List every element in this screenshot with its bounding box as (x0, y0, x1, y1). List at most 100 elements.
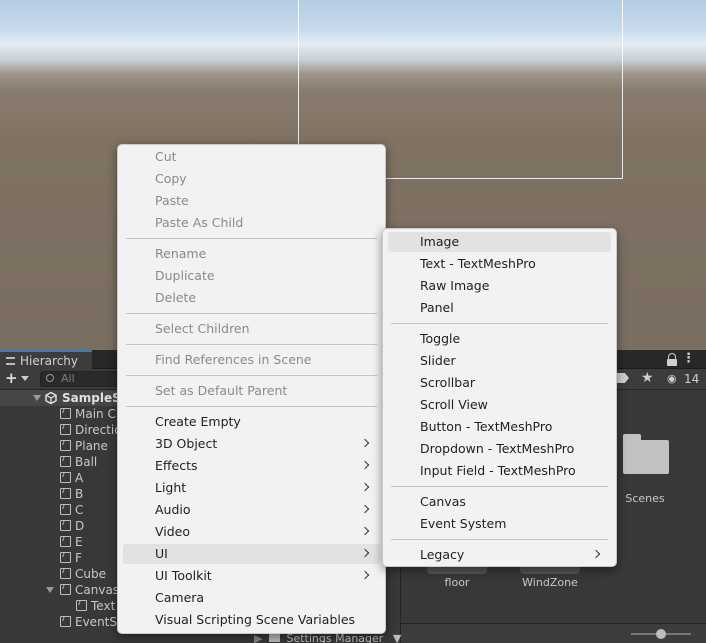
more-options-icon[interactable]: ⋮ (682, 352, 695, 366)
gameobject-icon (60, 520, 71, 531)
chevron-right-icon (591, 549, 601, 559)
chevron-right-icon (360, 570, 370, 580)
gameobject-icon (60, 424, 71, 435)
submenu-item-button-textmeshpro[interactable]: Button - TextMeshPro (388, 417, 611, 437)
submenu-item-label: Button - TextMeshPro (420, 419, 553, 434)
plus-icon: + (5, 369, 18, 387)
menu-separator (126, 344, 377, 345)
list-icon (6, 356, 15, 365)
menu-item-label: Video (155, 524, 191, 539)
ui-submenu: Image Text - TextMeshPro Raw Image Panel Tog… (382, 228, 617, 567)
settings-manager-row[interactable]: ▶ Settings Manager ▼ (254, 633, 401, 643)
zoom-slider-handle[interactable] (656, 629, 666, 639)
tab-hierarchy[interactable]: Hierarchy (0, 350, 92, 369)
submenu-item-label: Event System (420, 516, 507, 531)
submenu-item-label: Scroll View (420, 397, 488, 412)
menu-item-video[interactable]: Video (123, 522, 380, 542)
menu-item-label: Camera (155, 590, 205, 605)
submenu-item-label: Slider (420, 353, 456, 368)
menu-item-label: Paste (155, 193, 189, 208)
submenu-item-event-system[interactable]: Event System (388, 514, 611, 534)
submenu-item-image[interactable]: Image (388, 232, 611, 252)
gameobject-icon (60, 616, 71, 627)
menu-item-3d-object[interactable]: 3D Object (123, 434, 380, 454)
gameobject-icon (60, 568, 71, 579)
asset-scenes-folder[interactable]: Scenes (615, 434, 675, 505)
star-icon[interactable]: ★ (641, 370, 654, 386)
menu-item-light[interactable]: Light (123, 478, 380, 498)
submenu-item-scroll-view[interactable]: Scroll View (388, 395, 611, 415)
gameobject-icon (76, 600, 87, 611)
hierarchy-item-label: Directio (75, 423, 122, 437)
submenu-item-raw-image[interactable]: Raw Image (388, 276, 611, 296)
fold-arrow-icon[interactable] (33, 395, 41, 401)
hierarchy-item-label: E (75, 535, 83, 549)
menu-item-audio[interactable]: Audio (123, 500, 380, 520)
menu-separator (126, 406, 377, 407)
submenu-item-label: Image (420, 234, 460, 249)
chevron-right-icon (360, 482, 370, 492)
hierarchy-item-label: Ball (75, 455, 98, 469)
submenu-item-scrollbar[interactable]: Scrollbar (388, 373, 611, 393)
gameobject-icon (60, 504, 71, 515)
add-object-button[interactable]: + (3, 371, 33, 387)
project-bottom-bar (401, 623, 706, 643)
menu-item-label: UI (155, 546, 168, 561)
asset-label: WindZone (522, 576, 578, 589)
hierarchy-item-label: Cube (75, 567, 106, 581)
zoom-slider[interactable] (631, 629, 691, 639)
submenu-item-label: Text - TextMeshPro (420, 256, 536, 271)
menu-item-camera[interactable]: Camera (123, 588, 380, 608)
hierarchy-item-label: Canvas (75, 583, 120, 597)
fold-arrow-icon[interactable] (46, 587, 54, 593)
gameobject-icon (60, 440, 71, 451)
submenu-item-dropdown-textmeshpro[interactable]: Dropdown - TextMeshPro (388, 439, 611, 459)
submenu-item-canvas[interactable]: Canvas (388, 492, 611, 512)
gameobject-icon (60, 536, 71, 547)
menu-item-visual-scripting-scene-variables[interactable]: Visual Scripting Scene Variables (123, 610, 380, 630)
submenu-item-toggle[interactable]: Toggle (388, 329, 611, 349)
menu-item-effects[interactable]: Effects (123, 456, 380, 476)
menu-separator (391, 486, 608, 487)
hidden-packages-icon[interactable]: ◉ (667, 371, 677, 387)
hierarchy-search-input[interactable]: All (40, 371, 118, 387)
submenu-item-label: Legacy (420, 547, 465, 562)
menu-item-find-references-in-scene: Find References in Scene (123, 350, 380, 370)
search-icon (46, 374, 54, 382)
lock-icon[interactable] (667, 353, 677, 366)
menu-item-label: Cut (155, 149, 177, 164)
folder-icon (621, 434, 669, 474)
submenu-item-input-field-textmeshpro[interactable]: Input Field - TextMeshPro (388, 461, 611, 481)
menu-item-label: Paste As Child (155, 215, 244, 230)
menu-item-label: UI Toolkit (155, 568, 212, 583)
hierarchy-item-label: C (75, 503, 84, 517)
submenu-item-slider[interactable]: Slider (388, 351, 611, 371)
submenu-item-text-textmeshpro[interactable]: Text - TextMeshPro (388, 254, 611, 274)
menu-item-paste: Paste (123, 191, 380, 211)
folder-icon (268, 633, 280, 642)
submenu-item-label: Dropdown - TextMeshPro (420, 441, 575, 456)
submenu-item-panel[interactable]: Panel (388, 298, 611, 318)
menu-item-paste-as-child: Paste As Child (123, 213, 380, 233)
hierarchy-item-label: A (75, 471, 84, 485)
menu-item-label: Audio (155, 502, 191, 517)
menu-item-label: Find References in Scene (155, 352, 312, 367)
menu-item-ui-toolkit[interactable]: UI Toolkit (123, 566, 380, 586)
menu-item-ui[interactable]: UI (123, 544, 380, 564)
submenu-item-legacy[interactable]: Legacy (388, 545, 611, 565)
gameobject-icon (60, 488, 71, 499)
menu-separator (391, 323, 608, 324)
menu-item-label: Duplicate (155, 268, 215, 283)
menu-item-label: Copy (155, 171, 187, 186)
menu-item-duplicate: Duplicate (123, 266, 380, 286)
hierarchy-item-label: B (75, 487, 84, 501)
asset-label: floor (444, 576, 470, 589)
label-filter-icon[interactable] (617, 373, 629, 383)
menu-item-label: Create Empty (155, 414, 241, 429)
menu-separator (126, 313, 377, 314)
menu-item-copy: Copy (123, 169, 380, 189)
search-placeholder: All (61, 372, 75, 385)
hierarchy-item-label: Plane (75, 439, 108, 453)
chevron-right-icon (360, 526, 370, 536)
menu-item-create-empty[interactable]: Create Empty (123, 412, 380, 432)
